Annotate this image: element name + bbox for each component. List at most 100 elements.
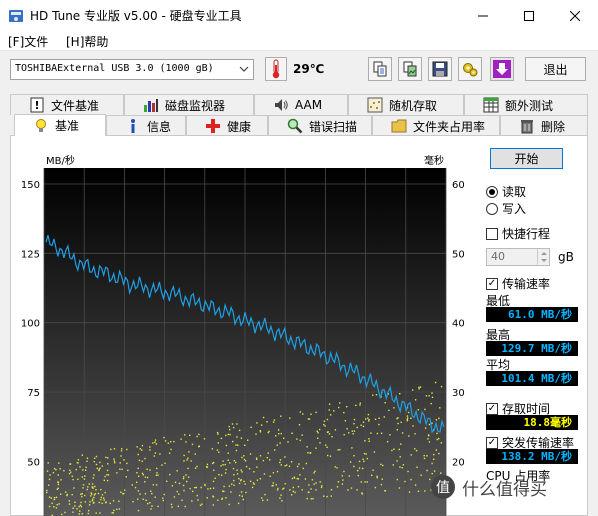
access-time-point (317, 437, 319, 439)
access-time-point (406, 415, 409, 417)
access-time-point (359, 404, 361, 406)
access-time-point (228, 485, 231, 487)
access-time-point (93, 461, 95, 463)
access-time-point (194, 486, 196, 489)
access-time-point (280, 494, 282, 496)
access-time-point (327, 454, 329, 457)
access-time-point (177, 505, 179, 507)
stepper-arrows[interactable] (537, 249, 549, 265)
access-time-point (430, 402, 432, 405)
access-time-point (149, 469, 151, 471)
access-time-point (242, 498, 244, 501)
read-radio[interactable]: 读取 (486, 183, 526, 200)
tab-benchmark[interactable]: 基准 (14, 114, 106, 136)
access-time-point (302, 413, 304, 415)
access-time-point (109, 502, 111, 505)
access-time-point (366, 481, 368, 483)
y-tick-label: 125 (21, 249, 40, 260)
access-time-point (401, 432, 404, 434)
access-time-point (284, 465, 286, 467)
access-time-point (53, 497, 56, 499)
start-button[interactable]: 开始 (490, 148, 563, 169)
access-time-point (337, 449, 339, 451)
access-time-point (358, 467, 361, 469)
access-time-point (307, 418, 310, 420)
access-time-point (79, 510, 81, 512)
access-time-point (256, 458, 258, 460)
access-time-point (323, 495, 325, 497)
access-time-point (346, 406, 348, 408)
access-time-point (185, 441, 187, 443)
short-stroke-checkbox[interactable]: 快捷行程 (486, 225, 550, 242)
access-time-point (147, 502, 149, 505)
access-time-point (223, 485, 225, 488)
access-time-point (86, 460, 88, 462)
access-time-point (269, 459, 271, 461)
access-time-point (75, 468, 77, 471)
access-time-point (152, 442, 154, 444)
access-time-point (93, 501, 95, 504)
minimize-button[interactable] (460, 0, 506, 31)
access-time-point (360, 424, 362, 426)
access-time-point (155, 443, 158, 445)
access-time-point (439, 407, 441, 409)
access-time-point (185, 474, 187, 476)
access-time-point (315, 482, 317, 484)
access-time-point (146, 476, 149, 479)
transfer-rate-checkbox[interactable]: ✓ 传输速率 (486, 275, 550, 292)
close-button[interactable] (552, 0, 598, 31)
access-time-point (328, 409, 330, 411)
access-time-point (182, 484, 185, 487)
client-area: TOSHIBAExternal USB 3.0 (1000 gB) 29℃ 退出… (0, 51, 598, 516)
write-radio[interactable]: 写入 (486, 200, 526, 217)
access-time-point (57, 474, 59, 476)
access-time-point (68, 500, 70, 502)
access-time-point (80, 505, 83, 508)
access-time-point (229, 462, 231, 464)
access-time-point (152, 484, 154, 486)
access-time-point (342, 479, 344, 481)
access-time-point (321, 485, 323, 487)
access-time-point (166, 480, 168, 482)
menu-help[interactable]: [H]帮助 (66, 33, 108, 50)
access-time-point (100, 498, 102, 501)
access-time-point (83, 478, 86, 480)
access-time-point (309, 452, 312, 454)
access-time-point (176, 470, 178, 472)
access-time-point (183, 454, 185, 457)
access-time-point (276, 470, 279, 473)
access-time-point (206, 466, 209, 468)
access-time-point (347, 489, 349, 491)
access-time-point (136, 472, 138, 474)
access-time-point (58, 462, 60, 464)
access-time-point (388, 409, 390, 412)
access-time-point (154, 496, 156, 498)
access-time-point (363, 460, 365, 463)
access-time-point (355, 404, 357, 407)
access-time-point (423, 457, 426, 460)
access-time-point (410, 417, 412, 419)
access-time-point (252, 482, 255, 484)
access-time-point (79, 504, 82, 506)
access-time-point (142, 498, 144, 500)
access-time-point (233, 474, 235, 476)
access-time-point (68, 503, 71, 505)
maximize-button[interactable] (506, 0, 552, 31)
access-time-point (284, 456, 286, 458)
access-time-point (218, 474, 220, 476)
access-time-point (110, 448, 112, 451)
access-time-point (325, 444, 327, 446)
short-stroke-stepper[interactable]: 40 (486, 248, 550, 266)
access-time-point (105, 501, 107, 503)
access-time-point (299, 474, 301, 476)
access-time-point (187, 476, 190, 478)
menu-file[interactable]: [F]文件 (8, 33, 48, 50)
menu-bar: [F]文件 [H]帮助 (0, 31, 598, 51)
access-time-point (197, 499, 199, 501)
access-time-point (107, 474, 110, 476)
access-time-point (389, 434, 391, 436)
access-time-point (376, 432, 379, 435)
access-time-point (137, 498, 139, 500)
access-time-point (383, 416, 385, 418)
access-time-point (406, 420, 409, 422)
